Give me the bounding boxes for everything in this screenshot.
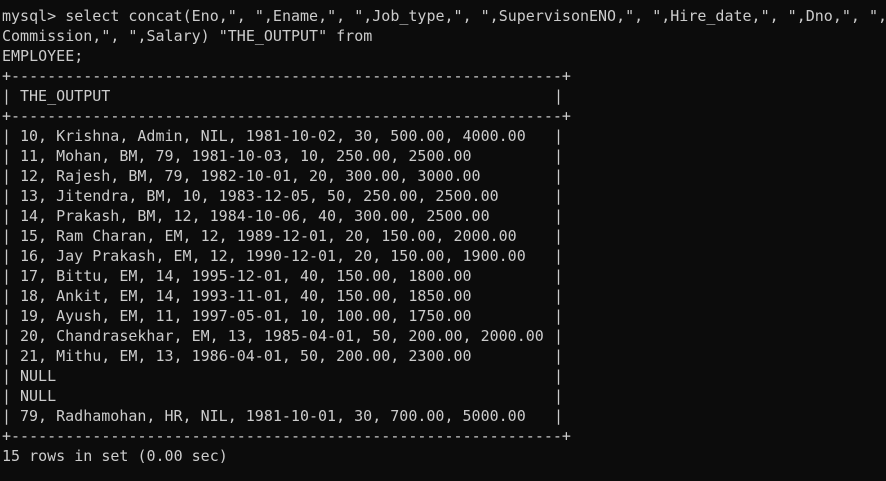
table-pipe-left: | xyxy=(2,127,12,145)
table-row: | 21, Mithu, EM, 13, 1986-04-01, 50, 200.… xyxy=(2,346,886,366)
table-pipe-right: | xyxy=(554,87,564,105)
table-pipe-right: | xyxy=(554,147,564,165)
table-row: | 11, Mohan, BM, 79, 1981-10-03, 10, 250.… xyxy=(2,146,886,166)
table-pipe-right: | xyxy=(554,207,564,225)
table-row: | 20, Chandrasekhar, EM, 13, 1985-04-01, … xyxy=(2,326,886,346)
table-pipe-right: | xyxy=(554,387,564,405)
table-pipe-right: | xyxy=(554,167,564,185)
table-cell: 79, Radhamohan, HR, NIL, 1981-10-01, 30,… xyxy=(20,407,526,425)
terminal-window[interactable]: mysql> select concat(Eno,", ",Ename,", "… xyxy=(0,0,886,481)
table-row: | 19, Ayush, EM, 11, 1997-05-01, 10, 100.… xyxy=(2,306,886,326)
table-row: | 16, Jay Prakash, EM, 12, 1990-12-01, 20… xyxy=(2,246,886,266)
table-row: | 15, Ram Charan, EM, 12, 1989-12-01, 20,… xyxy=(2,226,886,246)
result-status: 15 rows in set (0.00 sec) xyxy=(2,447,228,465)
table-cell: NULL xyxy=(20,387,57,405)
table-cell: 13, Jitendra, BM, 10, 1983-12-05, 50, 25… xyxy=(20,187,499,205)
table-cell: 17, Bittu, EM, 14, 1995-12-01, 40, 150.0… xyxy=(20,267,472,285)
table-row: | 18, Ankit, EM, 14, 1993-11-01, 40, 150.… xyxy=(2,286,886,306)
table-pipe-left: | xyxy=(2,187,12,205)
table-body: | 10, Krishna, Admin, NIL, 1981-10-02, 30… xyxy=(2,126,886,426)
table-pipe-left: | xyxy=(2,247,12,265)
table-pipe-right: | xyxy=(554,407,564,425)
table-cell: 16, Jay Prakash, EM, 12, 1990-12-01, 20,… xyxy=(20,247,526,265)
table-row: | NULL | xyxy=(2,386,886,406)
table-pipe-right: | xyxy=(554,127,564,145)
table-cell: 18, Ankit, EM, 14, 1993-11-01, 40, 150.0… xyxy=(20,287,472,305)
table-header-row: | THE_OUTPUT | xyxy=(2,86,886,106)
table-pipe-right: | xyxy=(554,307,564,325)
table-pipe-right: | xyxy=(554,367,564,385)
table-pipe-right: | xyxy=(554,347,564,365)
table-row: | NULL | xyxy=(2,366,886,386)
table-pipe-left: | xyxy=(2,387,12,405)
table-pipe-right: | xyxy=(554,247,564,265)
table-pipe-right: | xyxy=(554,327,564,345)
table-border-top: +---------------------------------------… xyxy=(2,67,571,85)
table-pipe-left: | xyxy=(2,267,12,285)
table-pipe-right: | xyxy=(554,227,564,245)
table-row: | 79, Radhamohan, HR, NIL, 1981-10-01, 30… xyxy=(2,406,886,426)
table-pipe-left: | xyxy=(2,367,12,385)
table-row: | 12, Rajesh, BM, 79, 1982-10-01, 20, 300… xyxy=(2,166,886,186)
table-cell: 11, Mohan, BM, 79, 1981-10-03, 10, 250.0… xyxy=(20,147,472,165)
table-cell: NULL xyxy=(20,367,57,385)
command-line-3: EMPLOYEE; xyxy=(2,47,84,65)
table-cell: 10, Krishna, Admin, NIL, 1981-10-02, 30,… xyxy=(20,127,526,145)
table-border-header: +---------------------------------------… xyxy=(2,107,571,125)
table-cell: 14, Prakash, BM, 12, 1984-10-06, 40, 300… xyxy=(20,207,490,225)
table-cell: 19, Ayush, EM, 11, 1997-05-01, 10, 100.0… xyxy=(20,307,472,325)
table-cell: 20, Chandrasekhar, EM, 13, 1985-04-01, 5… xyxy=(20,327,544,345)
table-pipe-left: | xyxy=(2,307,12,325)
column-header: THE_OUTPUT xyxy=(20,87,111,105)
table-cell: 12, Rajesh, BM, 79, 1982-10-01, 20, 300.… xyxy=(20,167,481,185)
table-pipe-left: | xyxy=(2,407,12,425)
table-pipe-left: | xyxy=(2,327,12,345)
table-border-bottom: +---------------------------------------… xyxy=(2,427,571,445)
command-line-1: mysql> select concat(Eno,", ",Ename,", "… xyxy=(2,7,886,25)
table-pipe-right: | xyxy=(554,287,564,305)
table-row: | 17, Bittu, EM, 14, 1995-12-01, 40, 150.… xyxy=(2,266,886,286)
table-pipe-left: | xyxy=(2,87,12,105)
table-row: | 14, Prakash, BM, 12, 1984-10-06, 40, 30… xyxy=(2,206,886,226)
table-pipe-right: | xyxy=(554,267,564,285)
table-pipe-right: | xyxy=(554,187,564,205)
table-pipe-left: | xyxy=(2,287,12,305)
table-pipe-left: | xyxy=(2,167,12,185)
table-pipe-left: | xyxy=(2,227,12,245)
table-cell: 21, Mithu, EM, 13, 1986-04-01, 50, 200.0… xyxy=(20,347,472,365)
command-line-2: Commission,", ",Salary) "THE_OUTPUT" fro… xyxy=(2,27,373,45)
table-pipe-left: | xyxy=(2,147,12,165)
table-pipe-left: | xyxy=(2,347,12,365)
table-cell: 15, Ram Charan, EM, 12, 1989-12-01, 20, … xyxy=(20,227,517,245)
table-row: | 13, Jitendra, BM, 10, 1983-12-05, 50, 2… xyxy=(2,186,886,206)
table-row: | 10, Krishna, Admin, NIL, 1981-10-02, 30… xyxy=(2,126,886,146)
table-pipe-left: | xyxy=(2,207,12,225)
